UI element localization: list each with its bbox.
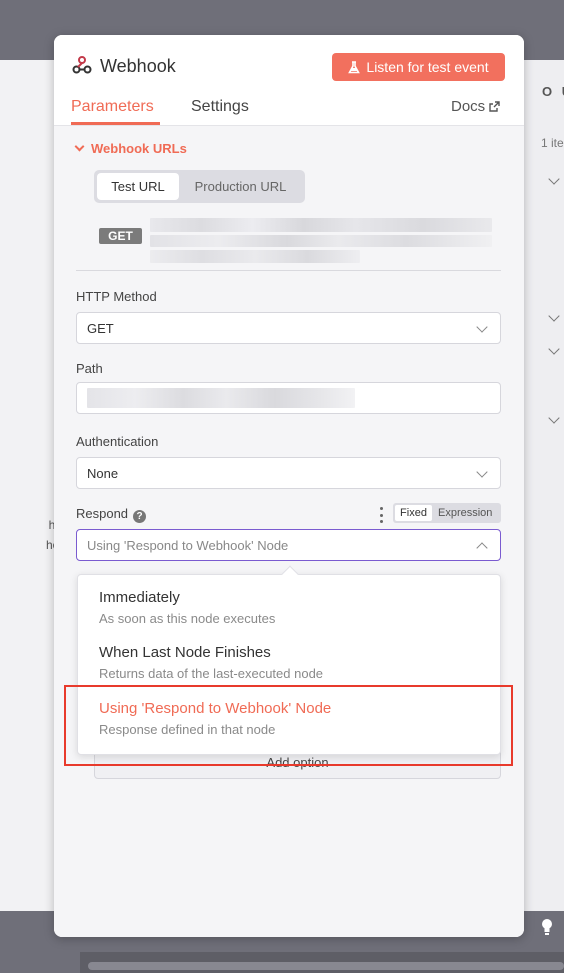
http-method-badge: GET [99,228,142,244]
input-panel-text: hout hook [45,518,54,552]
respond-label: Respond [76,506,129,521]
redacted-path-value [87,388,355,408]
chevron-down-icon[interactable] [548,343,560,355]
external-link-icon [489,101,500,112]
chevron-down-icon[interactable] [548,310,560,322]
path-label: Path [76,361,103,376]
fixed-expression-toggle: Fixed Expression [393,503,501,523]
panel-header: Webhook Listen for test event Parameters… [54,35,524,125]
parameters-body: Webhook URLs Test URL Production URL GET… [54,125,524,937]
dropdown-option-when-last-node-finishes[interactable]: When Last Node Finishes Returns data of … [99,644,323,681]
respond-select[interactable]: Using 'Respond to Webhook' Node [76,529,501,561]
dropdown-option-immediately[interactable]: Immediately As soon as this node execute… [99,589,275,626]
production-url-option[interactable]: Production URL [179,173,302,200]
tab-parameters[interactable]: Parameters [71,98,154,116]
authentication-value: None [87,465,119,481]
chevron-down-icon [476,466,488,478]
chevron-up-icon [476,542,488,554]
node-title[interactable]: Webhook [100,56,176,77]
lightbulb-icon[interactable] [540,918,554,936]
respond-value: Using 'Respond to Webhook' Node [87,537,289,553]
chevron-down-icon[interactable] [548,412,560,424]
tab-settings[interactable]: Settings [191,98,249,116]
output-item-count: 1 ite [541,136,564,150]
chevron-down-icon [74,141,85,152]
option-description: Returns data of the last-executed node [99,666,324,681]
output-panel: O U 1 ite [524,60,564,911]
respond-label-row: Respond? [76,506,147,523]
option-name: Immediately [99,589,180,606]
fixed-mode-option[interactable]: Fixed [395,505,432,521]
help-icon[interactable]: ? [133,510,147,523]
annotation-highlight-box [64,685,513,766]
test-url-option[interactable]: Test URL [97,173,179,200]
input-panel: hout hook [0,60,54,911]
flask-icon [348,60,361,73]
listen-for-test-event-button[interactable]: Listen for test event [332,53,505,81]
http-method-label: HTTP Method [76,289,157,304]
path-input[interactable] [76,382,501,414]
http-method-select[interactable]: GET [76,312,501,344]
expression-mode-option[interactable]: Expression [432,507,492,519]
horizontal-scrollbar[interactable] [88,962,564,970]
http-method-value: GET [87,320,114,336]
option-name: When Last Node Finishes [99,644,271,661]
webhook-urls-toggle[interactable]: Webhook URLs [74,141,187,156]
listen-button-label: Listen for test event [366,59,489,75]
authentication-label: Authentication [76,434,159,449]
more-options-icon[interactable] [378,507,384,523]
docs-link[interactable]: Docs [451,98,500,115]
output-label: O U [542,84,564,99]
section-divider [76,270,501,271]
node-details-panel: Webhook Listen for test event Parameters… [54,35,524,937]
chevron-down-icon [476,321,488,333]
option-description: As soon as this node executes [99,611,276,626]
docs-label: Docs [451,98,486,115]
url-type-switch: Test URL Production URL [94,170,305,203]
webhook-urls-label: Webhook URLs [91,141,187,156]
chevron-down-icon[interactable] [548,173,560,185]
webhook-icon [72,56,92,74]
authentication-select[interactable]: None [76,457,501,489]
